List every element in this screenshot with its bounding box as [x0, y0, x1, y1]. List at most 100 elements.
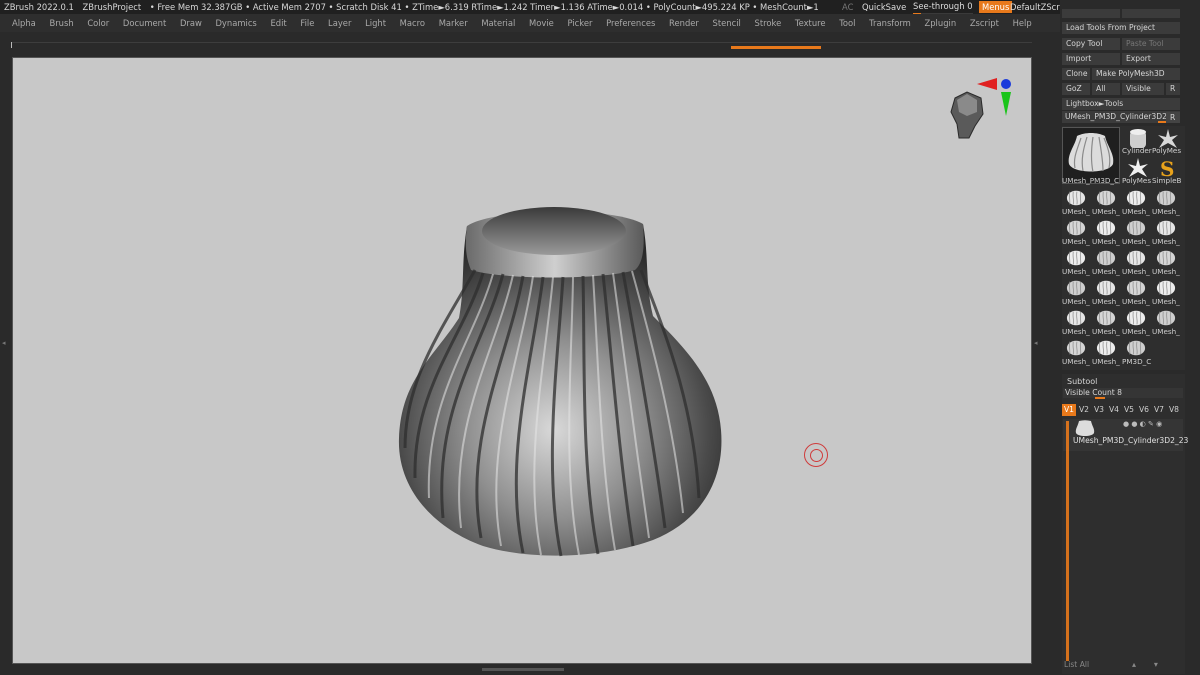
version-v2-button[interactable]: V2 [1077, 404, 1091, 416]
menu-movie[interactable]: Movie [529, 14, 554, 32]
copy-tool-button[interactable]: Copy Tool [1062, 38, 1120, 50]
load-tools-from-project-button[interactable]: Load Tools From Project [1062, 22, 1180, 34]
umesh-thumbnail-label: UMesh_ [1062, 267, 1090, 276]
umesh-thumbnail[interactable] [1152, 188, 1180, 208]
paste-tool-button[interactable]: Paste Tool [1122, 38, 1180, 50]
export-button[interactable]: Export [1122, 53, 1180, 65]
umesh-thumbnail[interactable] [1062, 308, 1090, 328]
umesh-thumbnail[interactable] [1152, 308, 1180, 328]
top-shelf [0, 32, 1060, 57]
umesh-thumbnail[interactable] [1062, 338, 1090, 358]
umesh-thumbnail[interactable] [1122, 248, 1150, 268]
umesh-thumbnail[interactable] [1092, 338, 1120, 358]
umesh-thumbnail[interactable] [1062, 248, 1090, 268]
menu-file[interactable]: File [300, 14, 314, 32]
menu-transform[interactable]: Transform [869, 14, 911, 32]
umesh-thumbnail[interactable] [1152, 278, 1180, 298]
umesh-thumbnail[interactable] [1122, 188, 1150, 208]
umesh-thumbnail-label: UMesh_ [1092, 327, 1120, 336]
umesh-thumbnail[interactable] [1092, 218, 1120, 238]
umesh-thumbnail[interactable] [1122, 218, 1150, 238]
see-through-slider[interactable]: See-through 0 [913, 0, 973, 15]
menu-render[interactable]: Render [669, 14, 699, 32]
menu-tool[interactable]: Tool [839, 14, 855, 32]
save-as-button[interactable] [1122, 9, 1180, 18]
umesh-thumbnail[interactable] [1062, 218, 1090, 238]
bottom-collapse-handle[interactable] [482, 668, 564, 671]
version-v8-button[interactable]: V8 [1167, 404, 1181, 416]
umesh-thumbnail-label: PM3D_C [1122, 357, 1152, 366]
list-all-button[interactable]: List All [1064, 660, 1089, 669]
menu-help[interactable]: Help [1013, 14, 1032, 32]
version-v5-button[interactable]: V5 [1122, 404, 1136, 416]
menu-zplugin[interactable]: Zplugin [925, 14, 957, 32]
visible-count-slider[interactable]: Visible Count 8 [1063, 388, 1183, 399]
document-canvas[interactable] [12, 57, 1032, 664]
vase-mesh[interactable] [13, 58, 1032, 664]
clone-button[interactable]: Clone [1062, 68, 1090, 80]
menu-light[interactable]: Light [365, 14, 386, 32]
left-collapse-handle[interactable]: ◂ [2, 339, 8, 349]
import-button[interactable]: Import [1062, 53, 1120, 65]
right-collapse-handle[interactable]: ◂ [1034, 339, 1040, 349]
simplebrush-label: SimpleB [1152, 176, 1182, 185]
menu-texture[interactable]: Texture [795, 14, 826, 32]
menu-stencil[interactable]: Stencil [713, 14, 741, 32]
subtool-visibility-icons[interactable]: ● ● ◐ ✎ ◉ [1123, 420, 1162, 428]
goz-r-button[interactable]: R [1166, 83, 1180, 95]
menu-preferences[interactable]: Preferences [606, 14, 655, 32]
menu-dynamics[interactable]: Dynamics [215, 14, 256, 32]
menu-material[interactable]: Material [481, 14, 515, 32]
umesh-thumbnail[interactable] [1062, 188, 1090, 208]
make-polymesh-button[interactable]: Make PolyMesh3D [1092, 68, 1180, 80]
menu-picker[interactable]: Picker [567, 14, 592, 32]
quicksave-button[interactable]: QuickSave [862, 0, 906, 14]
subtool-scrollbar[interactable] [1066, 421, 1069, 661]
goz-all-button[interactable]: All [1092, 83, 1120, 95]
current-tool-selector[interactable]: UMesh_PM3D_Cylinder3D2_2 [1062, 111, 1180, 123]
goz-button[interactable]: GoZ [1062, 83, 1090, 95]
menu-color[interactable]: Color [87, 14, 109, 32]
umesh-thumbnail[interactable] [1062, 278, 1090, 298]
menu-layer[interactable]: Layer [328, 14, 351, 32]
version-v1-button[interactable]: V1 [1062, 404, 1076, 416]
menu-macro[interactable]: Macro [400, 14, 425, 32]
menu-marker[interactable]: Marker [439, 14, 468, 32]
subtool-header[interactable]: Subtool [1067, 377, 1097, 386]
menu-alpha[interactable]: Alpha [12, 14, 36, 32]
umesh-thumbnail[interactable] [1092, 248, 1120, 268]
umesh-thumbnail[interactable] [1122, 338, 1150, 358]
subtool-item[interactable]: ● ● ◐ ✎ ◉ UMesh_PM3D_Cylinder3D2_23 [1063, 419, 1188, 451]
brush-cursor-icon [804, 443, 828, 467]
menu-stroke[interactable]: Stroke [755, 14, 782, 32]
menus-toggle-button[interactable]: Menus [979, 1, 1013, 13]
umesh-thumbnail[interactable] [1152, 248, 1180, 268]
umesh-thumbnail-label: UMesh_ [1062, 297, 1090, 306]
ac-indicator[interactable]: AC [842, 0, 853, 14]
shelf-divider [12, 42, 1032, 43]
version-v3-button[interactable]: V3 [1092, 404, 1106, 416]
load-tool-button[interactable] [1062, 9, 1120, 18]
version-v7-button[interactable]: V7 [1152, 404, 1166, 416]
umesh-thumbnail[interactable] [1122, 278, 1150, 298]
current-tool-r-button[interactable]: R [1166, 112, 1180, 123]
menu-draw[interactable]: Draw [180, 14, 202, 32]
menu-edit[interactable]: Edit [270, 14, 286, 32]
umesh-thumbnail[interactable] [1122, 308, 1150, 328]
lightbox-tools-button[interactable]: Lightbox►Tools [1062, 98, 1180, 110]
version-v6-button[interactable]: V6 [1137, 404, 1151, 416]
umesh-thumbnail[interactable] [1092, 188, 1120, 208]
current-tool-name: UMesh_PM3D_Cylinder3D2_2 [1065, 112, 1176, 121]
orientation-gizmo[interactable] [945, 76, 1015, 151]
menu-document[interactable]: Document [123, 14, 166, 32]
version-v4-button[interactable]: V4 [1107, 404, 1121, 416]
umesh-thumbnail[interactable] [1152, 218, 1180, 238]
see-through-label: See-through 0 [913, 1, 973, 11]
umesh-thumbnail[interactable] [1092, 278, 1120, 298]
menu-zscript[interactable]: Zscript [970, 14, 999, 32]
menu-brush[interactable]: Brush [49, 14, 73, 32]
umesh-thumbnail[interactable] [1092, 308, 1120, 328]
subtool-arrow-icons[interactable]: ▴ ▾ [1132, 660, 1158, 669]
polymesh-label: PolyMes [1152, 146, 1182, 155]
goz-visible-button[interactable]: Visible [1122, 83, 1164, 95]
